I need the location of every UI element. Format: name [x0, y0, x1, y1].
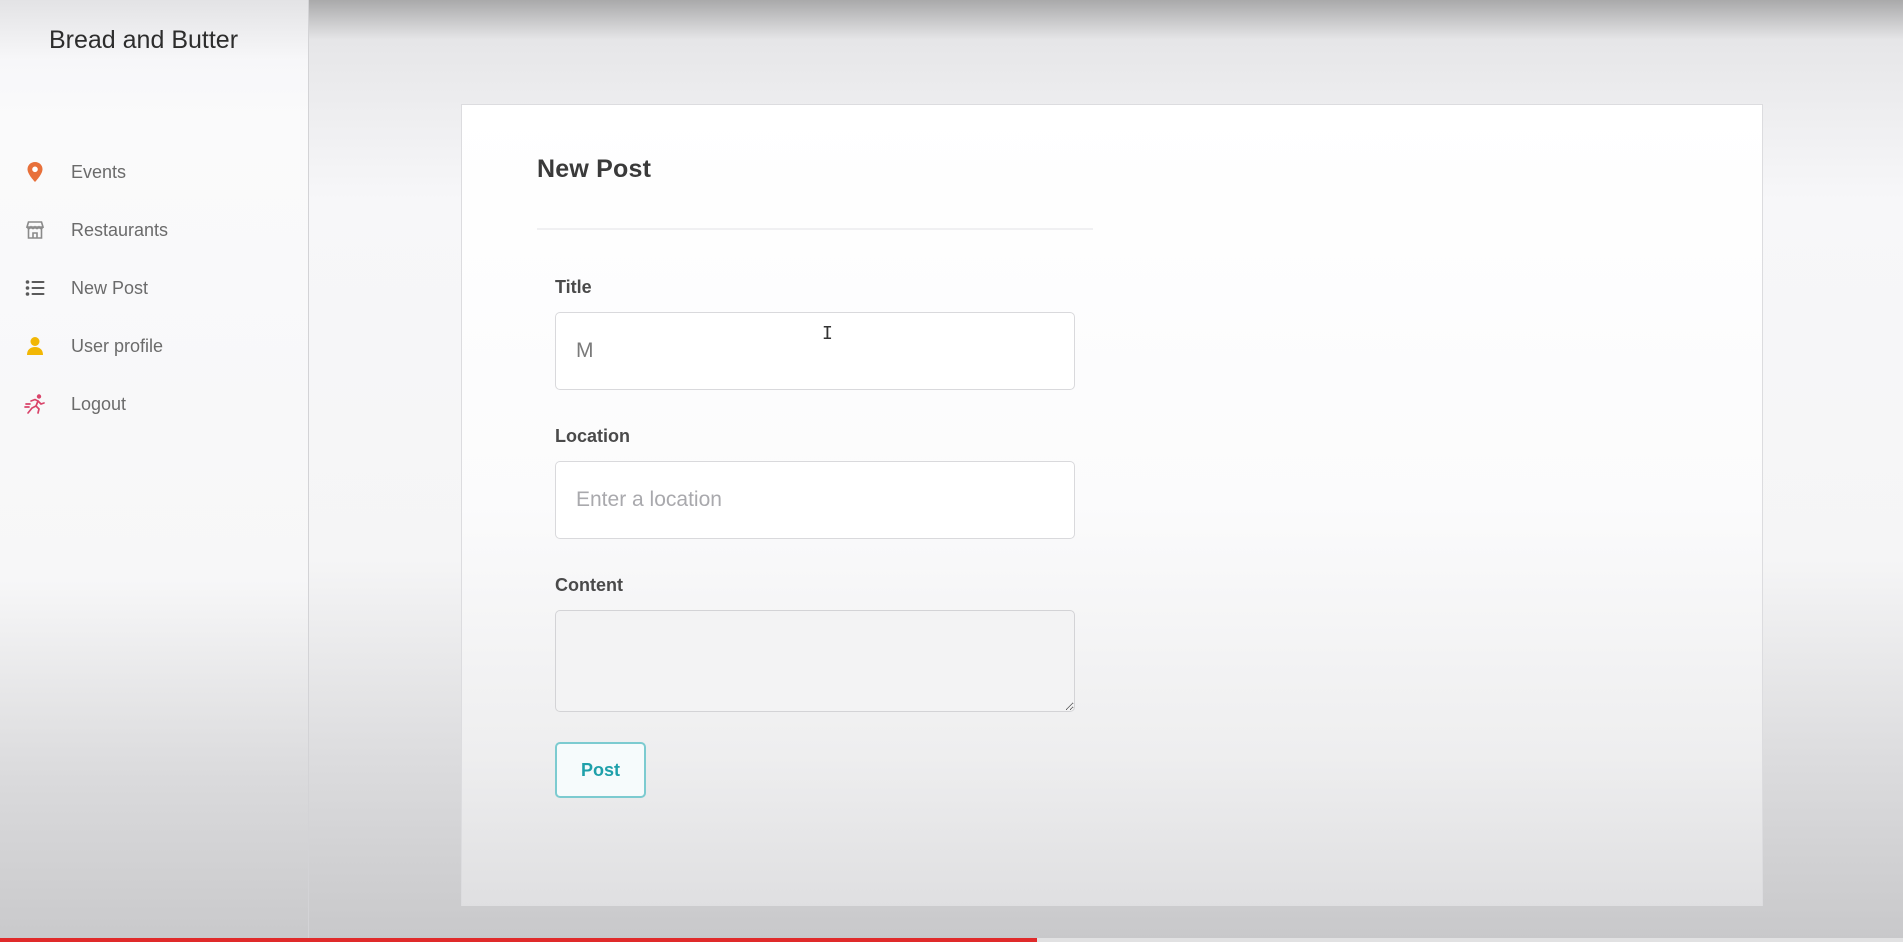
- sidebar-item-label: Restaurants: [71, 219, 169, 240]
- sidebar: Bread and Butter Events Restaurants New …: [0, 0, 309, 942]
- sidebar-item-label: New Post: [71, 277, 149, 298]
- location-input[interactable]: [555, 461, 1075, 539]
- video-progress-bar[interactable]: [0, 938, 1903, 942]
- content-field-label: Content: [555, 575, 623, 595]
- new-post-card: New Post Title Location Content Post: [461, 104, 1763, 906]
- sidebar-item-label: User profile: [71, 335, 164, 356]
- location-field-label: Location: [555, 426, 630, 446]
- sidebar-item-new-post[interactable]: New Post: [0, 259, 309, 317]
- sidebar-item-label: Events: [71, 161, 127, 182]
- list-icon: [24, 277, 46, 299]
- content-textarea[interactable]: [555, 610, 1075, 712]
- title-input[interactable]: [555, 312, 1075, 390]
- sidebar-item-user-profile[interactable]: User profile: [0, 317, 309, 375]
- brand-title[interactable]: Bread and Butter: [49, 26, 238, 55]
- user-icon: [24, 335, 46, 357]
- running-icon: [24, 393, 46, 415]
- shop-icon: [24, 219, 46, 241]
- video-progress-fill: [0, 938, 1038, 942]
- sidebar-item-restaurants[interactable]: Restaurants: [0, 201, 309, 259]
- title-divider: [537, 228, 1093, 230]
- sidebar-item-logout[interactable]: Logout: [0, 375, 309, 433]
- sidebar-item-events[interactable]: Events: [0, 143, 309, 201]
- map-pin-icon: [24, 161, 46, 183]
- sidebar-item-label: Logout: [71, 393, 127, 414]
- page-title: New Post: [537, 155, 652, 183]
- sidebar-nav: Events Restaurants New Post User profile…: [0, 143, 309, 433]
- title-field-label: Title: [555, 277, 592, 297]
- post-button[interactable]: Post: [555, 742, 646, 798]
- text-cursor-icon: I: [822, 323, 833, 344]
